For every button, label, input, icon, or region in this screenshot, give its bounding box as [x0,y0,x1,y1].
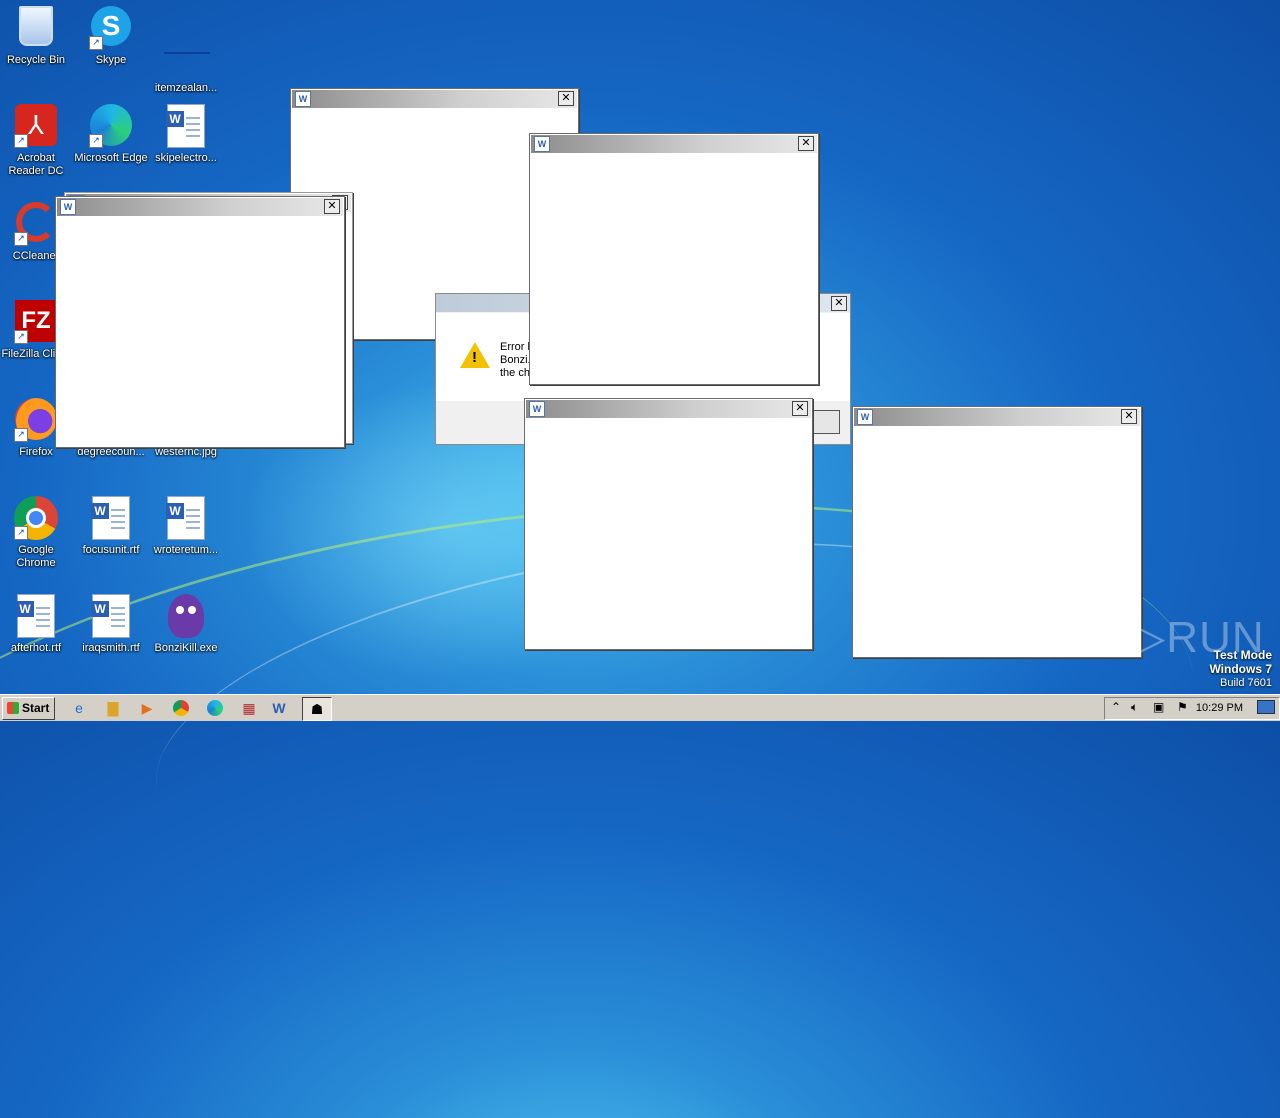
chrome-taskbar-icon[interactable] [169,697,193,719]
explorer-folder-icon[interactable]: ▇ [101,697,125,719]
word-doc-icon: W [164,496,208,540]
window-titlebar[interactable]: W ✕ [531,135,817,153]
window-titlebar[interactable]: W ✕ [57,198,343,216]
close-icon[interactable]: ✕ [1121,409,1137,424]
word-taskbar-icon[interactable]: W [267,697,291,719]
word-doc-icon: W [89,594,133,638]
window-titlebar[interactable]: W ✕ [526,400,811,418]
blank-window-4[interactable]: W ✕ [529,133,819,385]
close-icon[interactable]: ✕ [792,401,808,416]
blank-window-5[interactable]: W ✕ [524,398,813,650]
word-app-icon: W [857,409,873,425]
start-button[interactable]: Start [2,697,55,720]
media-player-icon[interactable]: ▶ [135,697,159,719]
desktop-icon-wroteretum[interactable]: W wroteretum... [148,496,224,557]
action-center-flag-icon[interactable]: ⚑ [1177,700,1188,714]
close-icon[interactable]: ✕ [558,91,574,106]
desktop-icon-edge[interactable]: ↗ Microsoft Edge [73,104,149,165]
close-icon[interactable]: ✕ [831,296,847,311]
ie-icon[interactable]: e [67,697,91,719]
test-mode-watermark: Test Mode Windows 7 Build 7601 [1209,648,1272,689]
word-app-icon: W [529,401,545,417]
word-doc-icon: W [89,496,133,540]
show-desktop-icon[interactable] [1257,700,1275,714]
network-icon[interactable]: ▣ [1153,700,1164,714]
desktop-icon-focusunit[interactable]: W focusunit.rtf [73,496,149,557]
edge-taskbar-icon[interactable] [203,697,227,719]
error-message: Error l Bonzi. the ch [500,341,531,379]
bonzi-icon [164,594,208,638]
chrome-icon: ↗ [14,496,58,540]
clock[interactable]: 10:29 PM [1196,702,1243,714]
blank-window-3[interactable]: W ✕ [55,196,345,448]
word-app-icon: W [534,136,550,152]
desktop-icon-skype[interactable]: S ↗ Skype [73,6,149,67]
desktop-icon-afterhot[interactable]: W afterhot.rtf [0,594,74,655]
skype-icon: S ↗ [89,6,133,50]
bonzi-taskbar-icon[interactable]: ☗ [302,697,332,721]
desktop-icon-bonzikill[interactable]: BonziKill.exe [148,594,224,655]
winrar-icon[interactable]: ▦ [237,697,261,719]
windows-flag-icon [7,702,19,714]
acrobat-icon: ⅄ ↗ [14,104,58,148]
word-app-icon: W [60,199,76,215]
desktop-icon-skipelectro[interactable]: W skipelectro... [148,104,224,165]
desktop-icon-iraqsmith[interactable]: W iraqsmith.rtf [73,594,149,655]
recycle-bin-icon [14,6,58,50]
window-titlebar[interactable]: W ✕ [854,408,1140,426]
close-icon[interactable]: ✕ [324,199,340,214]
firefox-icon: ↗ [14,398,58,442]
filezilla-icon: FZ ↗ [14,300,58,344]
desktop-icon-acrobat[interactable]: ⅄ ↗ Acrobat Reader DC [0,104,74,178]
word-doc-icon: W [14,594,58,638]
volume-icon[interactable]: 🔈︎ [1131,700,1138,715]
close-icon[interactable]: ✕ [798,136,814,151]
edge-icon: ↗ [89,104,133,148]
word-doc-icon: W [164,104,208,148]
desktop-icon-recycle-bin[interactable]: Recycle Bin [0,6,74,67]
warning-exclamation: ! [472,349,477,366]
system-tray: ⌃ 🔈︎ ▣ ⚑ 10:29 PM [1104,697,1280,720]
ccleaner-icon: ↗ [14,202,58,246]
tray-chevron-icon[interactable]: ⌃ [1111,700,1121,714]
taskbar: Start e ▇ ▶ ▦ W ☗ ⌃ 🔈︎ ▣ ⚑ 10:29 PM [0,694,1280,721]
word-app-icon: W [295,91,311,107]
desktop-icon-chrome[interactable]: ↗ Google Chrome [0,496,74,570]
file-icon [164,34,210,78]
desktop-icon-itemzealan[interactable]: itemzealan... [148,6,224,95]
window-titlebar[interactable]: W ✕ [292,90,577,108]
